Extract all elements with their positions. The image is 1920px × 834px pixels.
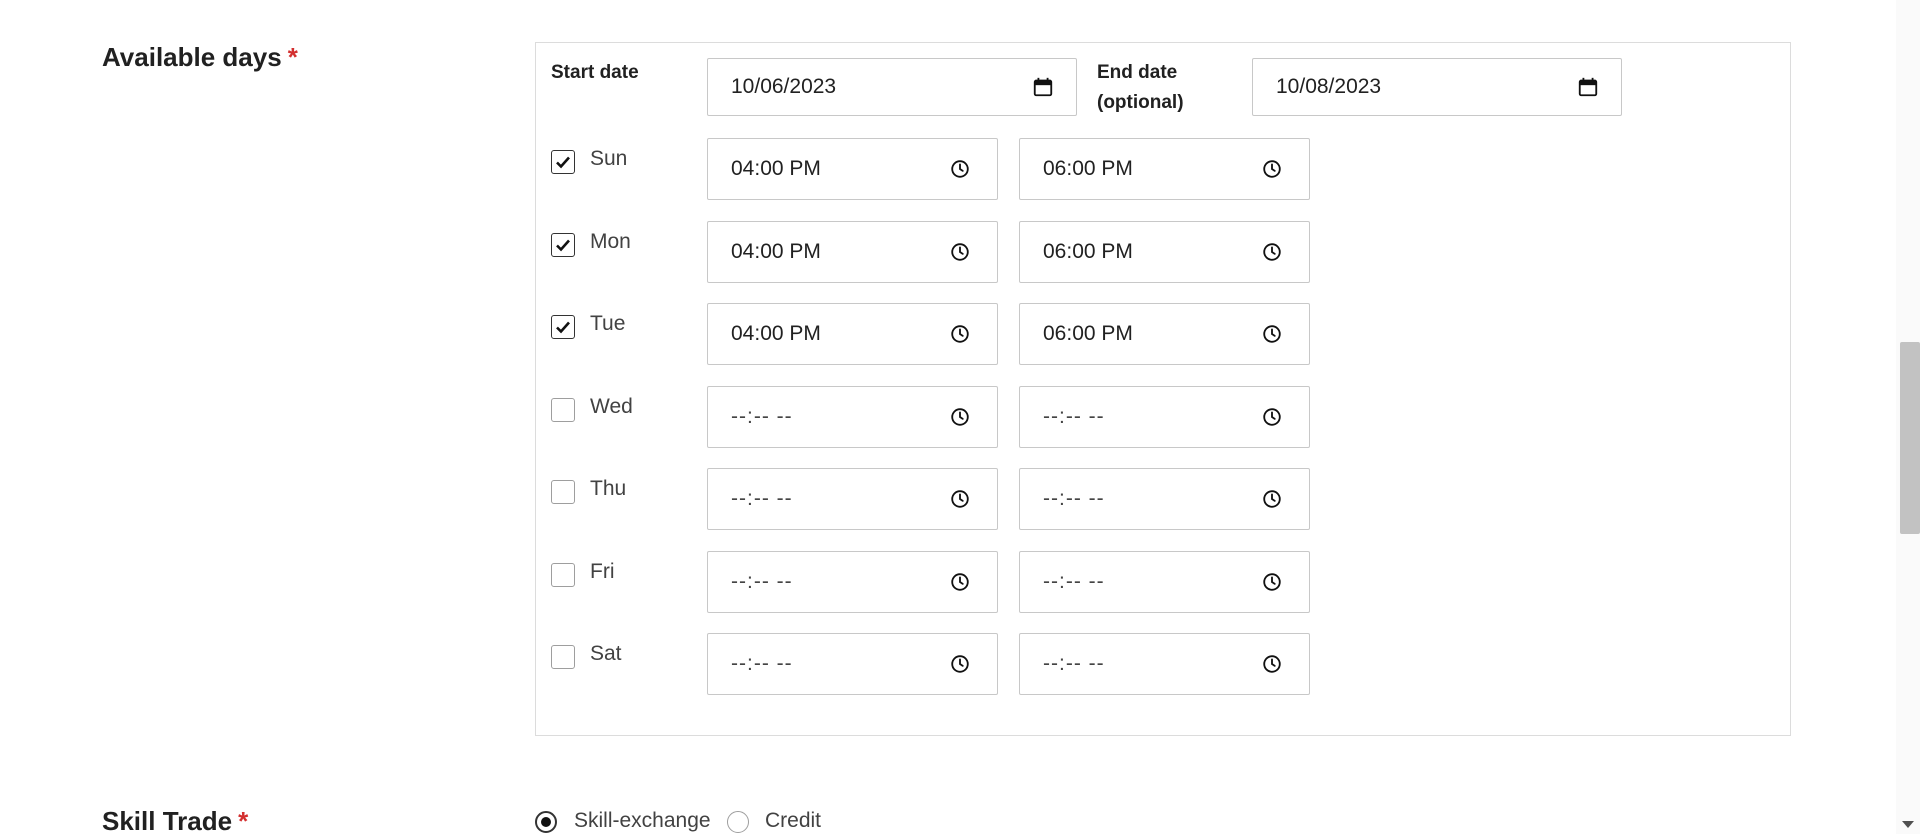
scrollbar[interactable] xyxy=(1896,0,1920,834)
checkmark-icon xyxy=(556,156,570,169)
start-time-input-sun[interactable]: 04:00 PM xyxy=(707,138,998,200)
calendar-icon[interactable] xyxy=(1032,76,1054,98)
time-value: --:-- -- xyxy=(731,405,793,428)
required-mark: * xyxy=(238,806,249,834)
checkbox-mon[interactable] xyxy=(551,233,575,257)
start-date-label: Start date xyxy=(551,62,639,83)
required-mark: * xyxy=(287,42,298,72)
scroll-down-arrow-icon[interactable] xyxy=(1902,821,1914,828)
end-date-label: End date (optional) xyxy=(1097,58,1184,118)
checkbox-sun[interactable] xyxy=(551,150,575,174)
start-time-input-wed[interactable]: --:-- -- xyxy=(707,386,998,448)
start-time-input-mon[interactable]: 04:00 PM xyxy=(707,221,998,283)
start-date-value: 10/06/2023 xyxy=(731,75,837,98)
end-time-input-sat[interactable]: --:-- -- xyxy=(1019,633,1310,695)
skill-exchange-radio[interactable] xyxy=(535,811,557,833)
day-label-fri[interactable]: Fri xyxy=(590,560,615,584)
end-time-input-mon[interactable]: 06:00 PM xyxy=(1019,221,1310,283)
start-time-input-tue[interactable]: 04:00 PM xyxy=(707,303,998,365)
checkbox-wed[interactable] xyxy=(551,398,575,422)
time-value: --:-- -- xyxy=(1043,487,1105,510)
availability-panel: Start date 10/06/2023 End date (optional… xyxy=(535,42,1791,736)
time-value: --:-- -- xyxy=(1043,652,1105,675)
time-value: --:-- -- xyxy=(731,652,793,675)
day-label-mon[interactable]: Mon xyxy=(590,230,631,254)
start-time-input-thu[interactable]: --:-- -- xyxy=(707,468,998,530)
end-date-value: 10/08/2023 xyxy=(1276,75,1382,98)
checkbox-sat[interactable] xyxy=(551,645,575,669)
day-label-wed[interactable]: Wed xyxy=(590,395,633,419)
checkbox-tue[interactable] xyxy=(551,315,575,339)
clock-icon[interactable] xyxy=(1261,323,1283,345)
skill-trade-heading: Skill Trade * xyxy=(102,806,248,834)
time-value: 06:00 PM xyxy=(1043,240,1133,263)
clock-icon[interactable] xyxy=(1261,653,1283,675)
form-page: Available days * Start date 10/06/2023 En… xyxy=(0,0,1920,834)
clock-icon[interactable] xyxy=(949,241,971,263)
time-value: 04:00 PM xyxy=(731,322,821,345)
skill-trade-label: Skill Trade xyxy=(102,806,233,834)
day-label-tue[interactable]: Tue xyxy=(590,312,625,336)
end-time-input-fri[interactable]: --:-- -- xyxy=(1019,551,1310,613)
clock-icon[interactable] xyxy=(1261,406,1283,428)
clock-icon[interactable] xyxy=(1261,158,1283,180)
clock-icon[interactable] xyxy=(949,323,971,345)
end-time-input-tue[interactable]: 06:00 PM xyxy=(1019,303,1310,365)
skill-exchange-label[interactable]: Skill-exchange xyxy=(574,809,711,833)
credit-radio[interactable] xyxy=(727,811,749,833)
start-time-input-fri[interactable]: --:-- -- xyxy=(707,551,998,613)
time-value: 06:00 PM xyxy=(1043,157,1133,180)
checkbox-fri[interactable] xyxy=(551,563,575,587)
checkbox-thu[interactable] xyxy=(551,480,575,504)
clock-icon[interactable] xyxy=(1261,488,1283,510)
time-value: --:-- -- xyxy=(731,570,793,593)
clock-icon[interactable] xyxy=(949,488,971,510)
end-date-input[interactable]: 10/08/2023 xyxy=(1252,58,1622,116)
day-label-thu[interactable]: Thu xyxy=(590,477,626,501)
clock-icon[interactable] xyxy=(949,158,971,180)
calendar-icon[interactable] xyxy=(1577,76,1599,98)
time-value: --:-- -- xyxy=(731,487,793,510)
start-date-input[interactable]: 10/06/2023 xyxy=(707,58,1077,116)
day-label-sun[interactable]: Sun xyxy=(590,147,627,171)
end-time-input-thu[interactable]: --:-- -- xyxy=(1019,468,1310,530)
start-time-input-sat[interactable]: --:-- -- xyxy=(707,633,998,695)
time-value: --:-- -- xyxy=(1043,405,1105,428)
day-label-sat[interactable]: Sat xyxy=(590,642,622,666)
clock-icon[interactable] xyxy=(949,571,971,593)
checkmark-icon xyxy=(556,321,570,334)
checkmark-icon xyxy=(556,239,570,252)
clock-icon[interactable] xyxy=(949,653,971,675)
available-days-heading: Available days * xyxy=(102,42,298,73)
clock-icon[interactable] xyxy=(949,406,971,428)
clock-icon[interactable] xyxy=(1261,571,1283,593)
credit-label[interactable]: Credit xyxy=(765,809,821,833)
time-value: 04:00 PM xyxy=(731,240,821,263)
time-value: 04:00 PM xyxy=(731,157,821,180)
end-date-label-line2: (optional) xyxy=(1097,92,1184,113)
end-date-label-line1: End date xyxy=(1097,62,1178,83)
clock-icon[interactable] xyxy=(1261,241,1283,263)
available-days-label: Available days xyxy=(102,42,282,72)
time-value: --:-- -- xyxy=(1043,570,1105,593)
end-time-input-sun[interactable]: 06:00 PM xyxy=(1019,138,1310,200)
scrollbar-thumb[interactable] xyxy=(1900,342,1920,534)
end-time-input-wed[interactable]: --:-- -- xyxy=(1019,386,1310,448)
time-value: 06:00 PM xyxy=(1043,322,1133,345)
